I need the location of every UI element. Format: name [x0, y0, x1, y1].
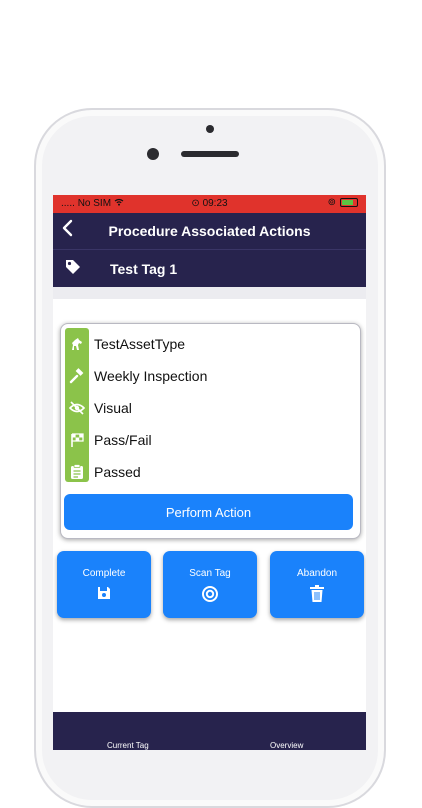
earpiece-speaker [181, 151, 239, 157]
status-time-wrap: ⊙ 09:23 [53, 198, 366, 209]
detail-row-result: Passed [65, 456, 345, 488]
detail-row-asset-type: TestAssetType [65, 328, 345, 360]
tag-name: Test Tag 1 [110, 261, 178, 277]
battery-icon [340, 198, 358, 207]
scan-tag-button[interactable]: Scan Tag [163, 551, 257, 618]
horse-icon [65, 328, 89, 360]
page-title: Procedure Associated Actions [108, 223, 311, 239]
tag-icon [65, 259, 81, 280]
detail-row-inspection: Weekly Inspection [65, 360, 345, 392]
scan-tag-label: Scan Tag [189, 568, 231, 579]
trash-icon [270, 585, 364, 603]
abandon-button[interactable]: Abandon [270, 551, 364, 618]
detail-text: Passed [94, 464, 141, 480]
nav-bar: Procedure Associated Actions [53, 213, 366, 249]
detail-text: Weekly Inspection [94, 368, 208, 384]
front-camera [147, 148, 159, 160]
orientation-lock-icon: ⊚ [327, 197, 336, 208]
alarm-icon: ⊙ [191, 198, 200, 209]
perform-action-button[interactable]: Perform Action [64, 494, 353, 530]
target-icon [163, 585, 257, 603]
detail-text: Visual [94, 400, 132, 416]
complete-button[interactable]: Complete [57, 551, 151, 618]
detail-text: TestAssetType [94, 336, 186, 352]
abandon-label: Abandon [296, 568, 338, 579]
tab-current-tag[interactable]: Current Tag [107, 741, 149, 750]
tab-bar: Current Tag Overview [53, 712, 366, 750]
procedure-card: TestAssetType Weekly Inspection Visual P… [60, 323, 361, 539]
detail-text: Pass/Fail [94, 432, 152, 448]
save-icon [57, 585, 151, 601]
proximity-sensor [206, 125, 214, 133]
detail-row-method: Visual [65, 392, 345, 424]
detail-row-result-type: Pass/Fail [65, 424, 345, 456]
status-bar: ..... No SIM ⊙ 09:23 ⊚ [53, 195, 366, 213]
checkered-flag-icon [65, 424, 89, 456]
gavel-icon [65, 360, 89, 392]
app-screen: ..... No SIM ⊙ 09:23 ⊚ Procedure Associa… [53, 195, 366, 750]
complete-label: Complete [82, 568, 126, 579]
section-divider [53, 287, 366, 299]
tag-header: Test Tag 1 [53, 249, 366, 288]
status-time: 09:23 [202, 198, 228, 209]
status-right: ⊚ [328, 197, 358, 208]
eye-slash-icon [65, 392, 89, 424]
tab-overview[interactable]: Overview [270, 741, 303, 750]
clipboard-icon [65, 456, 89, 488]
